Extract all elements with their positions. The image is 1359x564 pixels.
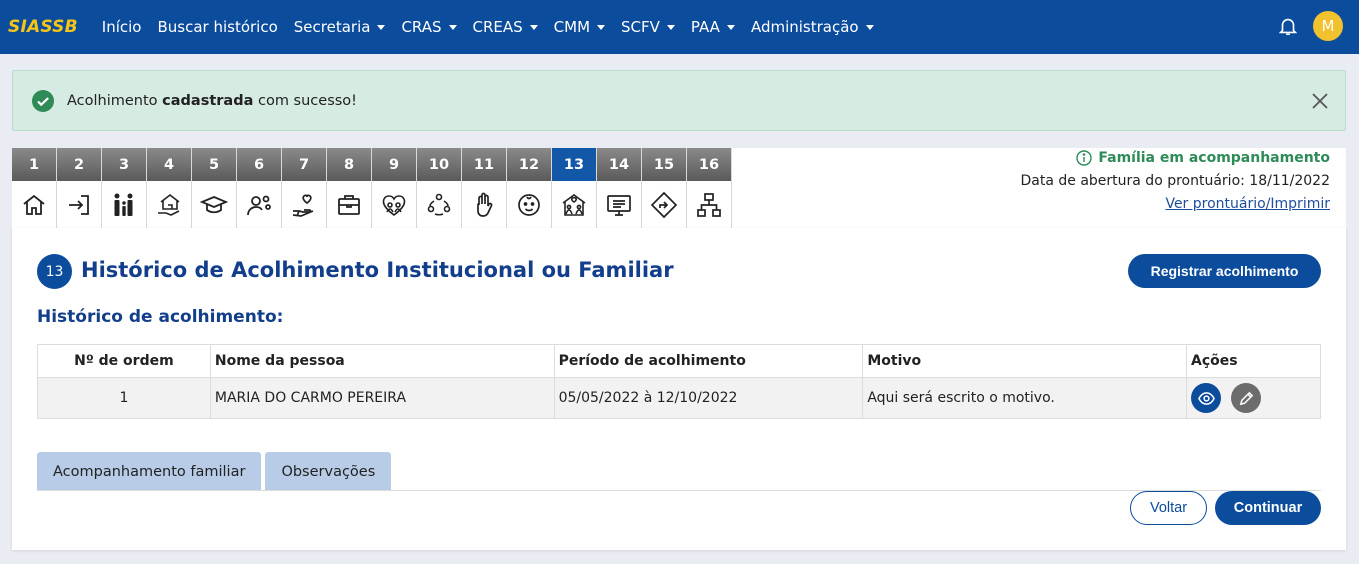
bell-icon[interactable] [1277, 15, 1299, 37]
brand-logo[interactable]: SIASSB [8, 17, 78, 37]
cell-periodo: 05/05/2022 à 12/10/2022 [553, 377, 864, 419]
cell-nome: MARIA DO CARMO PEREIRA [209, 377, 555, 419]
nav-paa[interactable]: PAA [691, 18, 735, 36]
caret-down-icon [448, 24, 457, 30]
cell-motivo: Aqui será escrito o motivo. [862, 377, 1188, 419]
screen-list-icon [607, 194, 631, 216]
nav-creas[interactable]: CREAS [473, 18, 538, 36]
pencil-icon [1239, 391, 1253, 405]
view-button[interactable] [1191, 383, 1222, 413]
col-header-periodo: Período de acolhimento [553, 344, 864, 378]
back-button[interactable]: Voltar [1130, 491, 1207, 525]
close-icon[interactable] [1309, 90, 1331, 112]
step-16[interactable]: 16 [687, 148, 732, 228]
table-row: 1 MARIA DO CARMO PEREIRA 05/05/2022 à 12… [37, 377, 1321, 419]
col-header-nome: Nome da pessoa [209, 344, 555, 378]
step-1[interactable]: 1 [12, 148, 57, 228]
col-header-ordem: Nº de ordem [37, 344, 211, 378]
step-15[interactable]: 15 [642, 148, 687, 228]
step-bar: 1 2 3 4 5 6 7 8 9 10 11 12 13 14 15 16 [12, 148, 732, 228]
caret-down-icon [726, 24, 735, 30]
step-7[interactable]: 7 [282, 148, 327, 228]
steps-area: 1 2 3 4 5 6 7 8 9 10 11 12 13 14 15 16 F… [12, 148, 1346, 228]
caret-down-icon [597, 24, 606, 30]
child-face-icon [518, 193, 540, 216]
page-title: Histórico de Acolhimento Institucional o… [81, 258, 674, 282]
opening-date: Data de abertura do prontuário: 18/11/20… [1020, 173, 1331, 189]
alert-message: Acolhimento cadastrada com sucesso! [67, 92, 357, 109]
person-gear-icon [247, 195, 271, 215]
caret-down-icon [865, 24, 874, 30]
step-5[interactable]: 5 [192, 148, 237, 228]
navbar: SIASSB Início Buscar histórico Secretari… [0, 0, 1359, 54]
nav-secretaria[interactable]: Secretaria [294, 18, 386, 36]
hand-heart-icon [292, 194, 314, 217]
step-8[interactable]: 8 [327, 148, 372, 228]
caret-down-icon [377, 24, 386, 30]
diamond-arrow-icon [650, 191, 678, 218]
eye-icon [1197, 391, 1215, 405]
cell-acoes [1186, 377, 1321, 419]
step-9[interactable]: 9 [372, 148, 417, 228]
nav-cras[interactable]: CRAS [401, 18, 457, 36]
case-info: Família em acompanhamento Data de abertu… [1021, 150, 1331, 212]
step-14[interactable]: 14 [597, 148, 642, 228]
nav-administracao[interactable]: Administração [751, 18, 874, 36]
step-11[interactable]: 11 [462, 148, 507, 228]
step-10[interactable]: 10 [417, 148, 462, 228]
home-icon [23, 194, 45, 215]
caret-down-icon [666, 24, 675, 30]
sign-in-icon [69, 194, 89, 215]
family-icon [114, 193, 133, 216]
step-2[interactable]: 2 [57, 148, 102, 228]
continue-button[interactable]: Continuar [1215, 491, 1321, 525]
table-header-row: Nº de ordem Nome da pessoa Período de ac… [37, 344, 1321, 378]
caret-down-icon [529, 24, 538, 30]
cell-ordem: 1 [37, 377, 211, 419]
nav-right: M [1277, 11, 1343, 41]
tabs-divider [37, 490, 1321, 491]
step-12[interactable]: 12 [507, 148, 552, 228]
step-4[interactable]: 4 [147, 148, 192, 228]
step-13[interactable]: 13 [552, 148, 597, 228]
nav-buscar-historico[interactable]: Buscar histórico [157, 18, 277, 36]
register-button[interactable]: Registrar acolhimento [1128, 254, 1321, 288]
graduation-cap-icon [200, 195, 228, 213]
history-table: Nº de ordem Nome da pessoa Período de ac… [37, 344, 1321, 419]
col-header-acoes: Ações [1186, 344, 1321, 378]
briefcase-icon [338, 194, 360, 215]
tab-acompanhamento-familiar[interactable]: Acompanhamento familiar [37, 452, 262, 491]
col-header-motivo: Motivo [862, 344, 1188, 378]
house-family-icon [562, 193, 586, 216]
nav-scfv[interactable]: SCFV [621, 18, 675, 36]
nav-cmm[interactable]: CMM [554, 18, 606, 36]
tab-observacoes[interactable]: Observações [265, 452, 392, 491]
hand-stop-icon [477, 192, 493, 217]
step-6[interactable]: 6 [237, 148, 282, 228]
info-icon [1076, 150, 1093, 166]
view-print-link[interactable]: Ver prontuário/Imprimir [1165, 196, 1330, 212]
step-3[interactable]: 3 [102, 148, 147, 228]
success-alert: Acolhimento cadastrada com sucesso! [12, 70, 1346, 131]
group-heart-icon [382, 194, 406, 216]
people-circle-icon [427, 193, 451, 216]
avatar[interactable]: M [1313, 11, 1343, 41]
edit-button[interactable] [1231, 383, 1262, 413]
family-status: Família em acompanhamento [1021, 150, 1330, 166]
nav-inicio[interactable]: Início [102, 18, 142, 36]
house-hand-icon [158, 193, 180, 216]
sitemap-icon [697, 192, 721, 217]
bottom-tabs: Acompanhamento familiar Observações [37, 452, 395, 491]
section-subtitle: Histórico de acolhimento: [37, 307, 284, 327]
main-card: 13 Histórico de Acolhimento Instituciona… [12, 228, 1346, 550]
section-number-badge: 13 [37, 254, 72, 289]
check-circle-icon [32, 89, 54, 112]
